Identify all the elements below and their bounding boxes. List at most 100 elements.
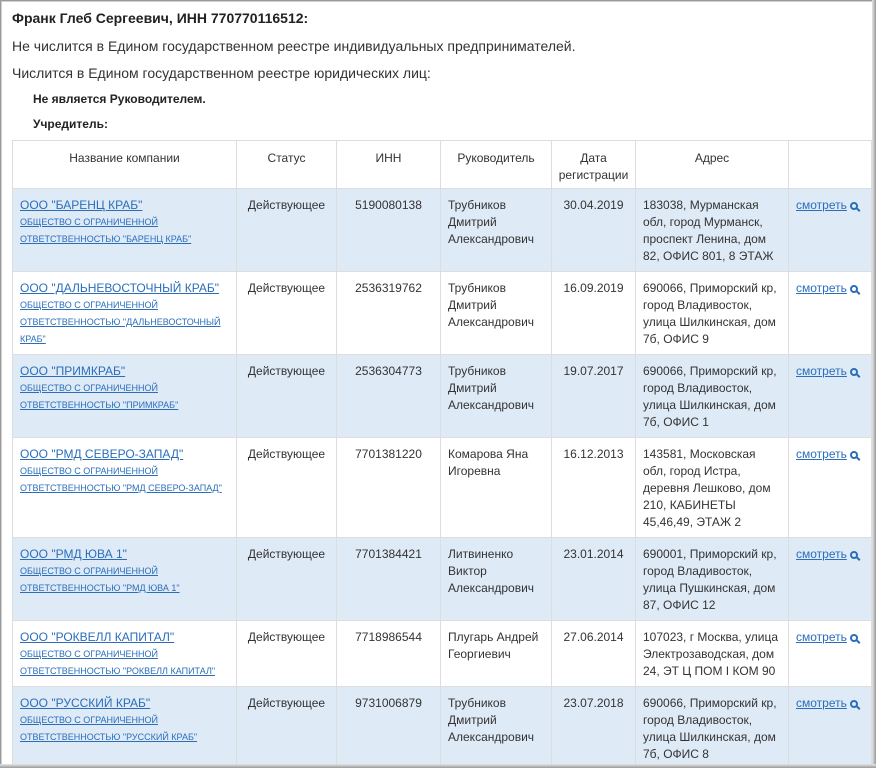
table-row: ООО "РМД СЕВЕРО-ЗАПАД" общество с огранич…: [12, 437, 872, 538]
address-cell: 690066, Приморский кр, город Владивосток…: [635, 354, 789, 438]
company-cell: ООО "РУССКИЙ КРАБ" общество с ограниченно…: [12, 686, 237, 767]
action-cell: смотреть: [788, 437, 872, 538]
view-link[interactable]: смотреть: [796, 630, 858, 644]
view-link[interactable]: смотреть: [796, 447, 858, 461]
page-frame: Франк Глеб Сергеевич, ИНН 770770116512: …: [0, 0, 876, 768]
head-cell: Трубников Дмитрий Александрович: [440, 354, 552, 438]
action-cell: смотреть: [788, 620, 872, 687]
search-icon: [849, 451, 858, 459]
company-full-name-link[interactable]: общество с ограниченной ответственностью…: [20, 646, 229, 680]
company-full-name-link[interactable]: общество с ограниченной ответственностью…: [20, 712, 229, 746]
column-header-action: [788, 140, 872, 189]
date-cell: 30.04.2019: [551, 188, 636, 272]
company-full-name-link[interactable]: общество с ограниченной ответственностью…: [20, 380, 229, 414]
ip-register-status: Не числится в Едином государственном рее…: [12, 38, 576, 54]
view-link-label: смотреть: [796, 198, 847, 212]
person-heading: Франк Глеб Сергеевич, ИНН 770770116512:: [12, 10, 309, 26]
company-cell: ООО "РМД СЕВЕРО-ЗАПАД" общество с огранич…: [12, 437, 237, 538]
table-row: ООО "РОКВЕЛЛ КАПИТАЛ" общество с ограниче…: [12, 620, 872, 687]
company-cell: ООО "РМД ЮВА 1" общество с ограниченной о…: [12, 537, 237, 621]
address-cell: 690066, Приморский кр, город Владивосток…: [635, 686, 789, 767]
status-cell: Действующее: [236, 354, 337, 438]
date-cell: 19.07.2017: [551, 354, 636, 438]
search-icon: [849, 202, 858, 210]
head-cell: Трубников Дмитрий Александрович: [440, 686, 552, 767]
company-full-name-link[interactable]: общество с ограниченной ответственностью…: [20, 297, 229, 348]
inn-cell: 2536304773: [336, 354, 441, 438]
frame-shadow-right: [872, 0, 876, 768]
head-cell: Трубников Дмитрий Александрович: [440, 271, 552, 355]
view-link[interactable]: смотреть: [796, 364, 858, 378]
company-full-name-link[interactable]: общество с ограниченной ответственностью…: [20, 214, 229, 248]
date-cell: 16.09.2019: [551, 271, 636, 355]
address-cell: 107023, г Москва, улица Электрозаводская…: [635, 620, 789, 687]
date-cell: 23.01.2014: [551, 537, 636, 621]
column-header-date: Дата регистрации: [551, 140, 636, 189]
companies-table: Название компании Статус ИНН Руководител…: [12, 140, 872, 767]
company-name-link[interactable]: ООО "РМД ЮВА 1": [20, 546, 127, 563]
head-cell: Плугарь Андрей Георгиевич: [440, 620, 552, 687]
table-header-row: Название компании Статус ИНН Руководител…: [12, 140, 872, 189]
search-icon: [849, 368, 858, 376]
view-link-label: смотреть: [796, 281, 847, 295]
date-cell: 16.12.2013: [551, 437, 636, 538]
action-cell: смотреть: [788, 188, 872, 272]
table-row: ООО "ДАЛЬНЕВОСТОЧНЫЙ КРАБ" общество с огр…: [12, 271, 872, 355]
view-link-label: смотреть: [796, 364, 847, 378]
address-cell: 690001, Приморский кр, город Владивосток…: [635, 537, 789, 621]
company-full-name-link[interactable]: общество с ограниченной ответственностью…: [20, 463, 229, 497]
head-cell: Литвиненко Виктор Александрович: [440, 537, 552, 621]
role-founder: Учредитель:: [33, 117, 108, 131]
company-name-link[interactable]: ООО "БАРЕНЦ КРАБ": [20, 197, 142, 214]
inn-cell: 7701384421: [336, 537, 441, 621]
view-link[interactable]: смотреть: [796, 547, 858, 561]
status-cell: Действующее: [236, 437, 337, 538]
table-row: ООО "РУССКИЙ КРАБ" общество с ограниченно…: [12, 686, 872, 767]
company-cell: ООО "БАРЕНЦ КРАБ" общество с ограниченной…: [12, 188, 237, 272]
view-link[interactable]: смотреть: [796, 281, 858, 295]
company-cell: ООО "ДАЛЬНЕВОСТОЧНЫЙ КРАБ" общество с огр…: [12, 271, 237, 355]
action-cell: смотреть: [788, 271, 872, 355]
date-cell: 27.06.2014: [551, 620, 636, 687]
view-link-label: смотреть: [796, 547, 847, 561]
inn-cell: 5190080138: [336, 188, 441, 272]
view-link-label: смотреть: [796, 447, 847, 461]
view-link-label: смотреть: [796, 630, 847, 644]
view-link-label: смотреть: [796, 696, 847, 710]
company-name-link[interactable]: ООО "РУССКИЙ КРАБ": [20, 695, 150, 712]
inn-cell: 2536319762: [336, 271, 441, 355]
company-name-link[interactable]: ООО "ДАЛЬНЕВОСТОЧНЫЙ КРАБ": [20, 280, 219, 297]
company-cell: ООО "ПРИМКРАБ" общество с ограниченной от…: [12, 354, 237, 438]
search-icon: [849, 700, 858, 708]
head-cell: Комарова Яна Игоревна: [440, 437, 552, 538]
address-cell: 183038, Мурманская обл, город Мурманск, …: [635, 188, 789, 272]
date-cell: 23.07.2018: [551, 686, 636, 767]
column-header-address: Адрес: [635, 140, 789, 189]
search-icon: [849, 634, 858, 642]
address-cell: 143581, Московская обл, город Истра, дер…: [635, 437, 789, 538]
company-name-link[interactable]: ООО "РОКВЕЛЛ КАПИТАЛ": [20, 629, 174, 646]
status-cell: Действующее: [236, 188, 337, 272]
role-not-head: Не является Руководителем.: [33, 92, 206, 106]
status-cell: Действующее: [236, 686, 337, 767]
address-cell: 690066, Приморский кр, город Владивосток…: [635, 271, 789, 355]
action-cell: смотреть: [788, 354, 872, 438]
company-full-name-link[interactable]: общество с ограниченной ответственностью…: [20, 563, 229, 597]
inn-cell: 7718986544: [336, 620, 441, 687]
view-link[interactable]: смотреть: [796, 198, 858, 212]
status-cell: Действующее: [236, 620, 337, 687]
company-name-link[interactable]: ООО "ПРИМКРАБ": [20, 363, 125, 380]
status-cell: Действующее: [236, 271, 337, 355]
column-header-head: Руководитель: [440, 140, 552, 189]
status-cell: Действующее: [236, 537, 337, 621]
table-row: ООО "РМД ЮВА 1" общество с ограниченной о…: [12, 537, 872, 621]
head-cell: Трубников Дмитрий Александрович: [440, 188, 552, 272]
company-cell: ООО "РОКВЕЛЛ КАПИТАЛ" общество с ограниче…: [12, 620, 237, 687]
frame-shadow-bottom: [0, 764, 876, 768]
action-cell: смотреть: [788, 686, 872, 767]
view-link[interactable]: смотреть: [796, 696, 858, 710]
inn-cell: 7701381220: [336, 437, 441, 538]
company-name-link[interactable]: ООО "РМД СЕВЕРО-ЗАПАД": [20, 446, 183, 463]
column-header-status: Статус: [236, 140, 337, 189]
column-header-name: Название компании: [12, 140, 237, 189]
